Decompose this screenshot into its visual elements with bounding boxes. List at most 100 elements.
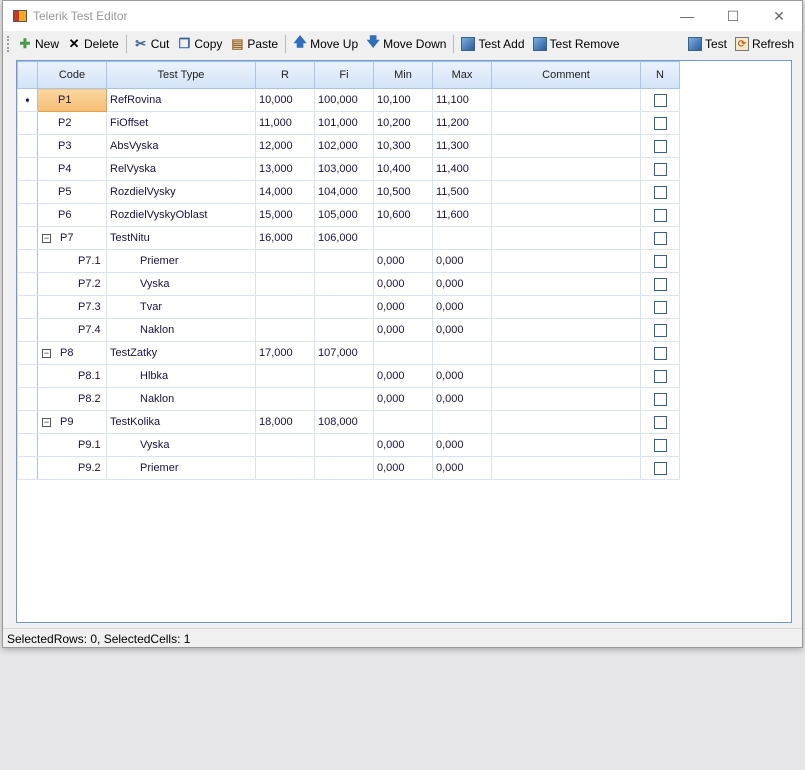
row-header[interactable] [17,203,38,227]
n-checkbox[interactable] [653,116,667,130]
test-grid[interactable]: Code Test Type R Fi Min Max Comment N ➧ P1 RefRov… [16,60,792,623]
cell-fi[interactable] [314,387,374,411]
table-row[interactable]: − P9 TestKolika 18,000 108,000 [17,410,680,434]
table-row[interactable]: P8.1 Hlbka 0,000 0,000 [17,364,680,388]
move-up-button[interactable]: 🡅 Move Up [289,33,362,55]
cell-code[interactable]: P9.2 [37,456,107,480]
row-header[interactable] [17,180,38,204]
cell-max[interactable]: 11,500 [432,180,492,204]
table-row[interactable]: − P7 TestNitu 16,000 106,000 [17,226,680,250]
paste-button[interactable]: ▤ Paste [226,33,282,55]
cell-comment[interactable] [491,203,641,227]
cell-r[interactable] [255,433,315,457]
table-row[interactable]: P8.2 Naklon 0,000 0,000 [17,387,680,411]
n-checkbox[interactable] [653,208,667,222]
cell-code[interactable]: P3 [37,134,107,158]
cell-fi[interactable]: 103,000 [314,157,374,181]
cell-max[interactable]: 0,000 [432,295,492,319]
cell-r[interactable] [255,387,315,411]
column-header-max[interactable]: Max [432,61,492,89]
n-checkbox[interactable] [653,231,667,245]
cell-comment[interactable] [491,226,641,250]
cell-r[interactable] [255,295,315,319]
row-header[interactable] [17,433,38,457]
cell-comment[interactable] [491,157,641,181]
cell-test-type[interactable]: FiOffset [106,111,256,135]
column-header-test-type[interactable]: Test Type [106,61,256,89]
cell-fi[interactable]: 105,000 [314,203,374,227]
n-checkbox[interactable] [653,93,667,107]
cell-min[interactable]: 0,000 [373,364,433,388]
cell-max[interactable]: 0,000 [432,318,492,342]
cell-max[interactable]: 0,000 [432,364,492,388]
cell-comment[interactable] [491,272,641,296]
collapse-icon[interactable]: − [42,233,51,243]
cell-max[interactable] [432,341,492,365]
cell-r[interactable] [255,364,315,388]
collapse-icon[interactable]: − [42,348,51,358]
cell-min[interactable]: 0,000 [373,387,433,411]
cell-fi[interactable] [314,456,374,480]
cell-r[interactable]: 15,000 [255,203,315,227]
cell-fi[interactable]: 107,000 [314,341,374,365]
cell-min[interactable]: 0,000 [373,249,433,273]
cell-min[interactable]: 0,000 [373,272,433,296]
row-header[interactable] [17,226,38,250]
cell-min[interactable]: 10,500 [373,180,433,204]
cell-r[interactable] [255,318,315,342]
cell-code[interactable]: P2 [37,111,107,135]
table-row[interactable]: ➧ P1 RefRovina 10,000 100,000 10,100 11,100 [17,88,680,112]
cell-r[interactable]: 17,000 [255,341,315,365]
cell-comment[interactable] [491,318,641,342]
cell-fi[interactable] [314,318,374,342]
cell-min[interactable] [373,226,433,250]
row-header[interactable] [17,111,38,135]
cell-test-type[interactable]: Naklon [106,318,256,342]
cell-min[interactable]: 0,000 [373,318,433,342]
n-checkbox[interactable] [653,323,667,337]
cell-max[interactable]: 0,000 [432,249,492,273]
cell-r[interactable]: 18,000 [255,410,315,434]
cell-max[interactable] [432,226,492,250]
column-header-min[interactable]: Min [373,61,433,89]
cell-max[interactable]: 11,300 [432,134,492,158]
row-header[interactable] [17,295,38,319]
row-header[interactable] [17,157,38,181]
n-checkbox[interactable] [653,415,667,429]
row-header[interactable] [17,410,38,434]
cell-test-type[interactable]: Vyska [106,272,256,296]
cell-r[interactable] [255,272,315,296]
cell-fi[interactable]: 104,000 [314,180,374,204]
cell-min[interactable]: 10,400 [373,157,433,181]
cell-max[interactable]: 11,400 [432,157,492,181]
column-header-r[interactable]: R [255,61,315,89]
n-checkbox[interactable] [653,277,667,291]
cell-code[interactable]: P5 [37,180,107,204]
row-header[interactable] [17,318,38,342]
cell-r[interactable]: 10,000 [255,88,315,112]
cell-r[interactable]: 16,000 [255,226,315,250]
cell-code[interactable]: P7.3 [37,295,107,319]
cell-min[interactable] [373,341,433,365]
cell-min[interactable] [373,410,433,434]
cell-test-type[interactable]: TestKolika [106,410,256,434]
cell-comment[interactable] [491,433,641,457]
cell-comment[interactable] [491,180,641,204]
n-checkbox[interactable] [653,392,667,406]
cell-fi[interactable]: 102,000 [314,134,374,158]
cell-test-type[interactable]: Priemer [106,249,256,273]
column-header-n[interactable]: N [640,61,680,89]
cell-code[interactable]: P7.4 [37,318,107,342]
cell-min[interactable]: 0,000 [373,456,433,480]
cell-test-type[interactable]: RelVyska [106,157,256,181]
cell-comment[interactable] [491,111,641,135]
table-row[interactable]: P7.4 Naklon 0,000 0,000 [17,318,680,342]
table-row[interactable]: P7.1 Priemer 0,000 0,000 [17,249,680,273]
cell-r[interactable]: 13,000 [255,157,315,181]
cell-code[interactable]: P8.1 [37,364,107,388]
cell-fi[interactable]: 106,000 [314,226,374,250]
table-row[interactable]: P2 FiOffset 11,000 101,000 10,200 11,200 [17,111,680,135]
close-button[interactable]: ✕ [756,1,802,31]
cell-comment[interactable] [491,387,641,411]
n-checkbox[interactable] [653,139,667,153]
